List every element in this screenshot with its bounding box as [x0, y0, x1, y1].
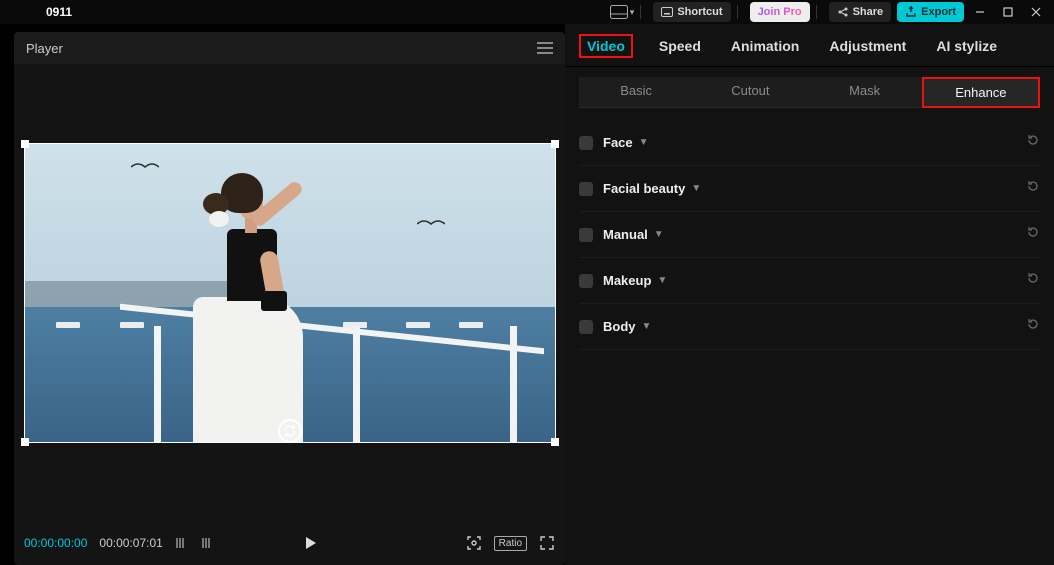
section-makeup-label: Makeup [603, 273, 651, 288]
sync-icon[interactable] [278, 419, 302, 443]
crop-handle-bottom-left[interactable] [21, 438, 29, 446]
section-facial-beauty[interactable]: Facial beauty ▼ [579, 166, 1040, 212]
player-menu-icon[interactable] [537, 42, 553, 54]
focus-icon[interactable] [466, 535, 482, 551]
checkbox-makeup[interactable] [579, 274, 593, 288]
tab-aistylize[interactable]: AI stylize [932, 34, 1001, 58]
section-body-label: Body [603, 319, 636, 334]
shortcut-label: Shortcut [677, 6, 722, 18]
keyboard-icon [661, 7, 673, 17]
reset-makeup-icon[interactable] [1026, 271, 1040, 290]
shortcut-button[interactable]: Shortcut [653, 2, 730, 22]
share-icon [837, 6, 849, 18]
chevron-down-icon: ▼ [639, 137, 649, 148]
tab-speed[interactable]: Speed [655, 34, 705, 58]
video-canvas[interactable] [25, 144, 555, 442]
chevron-down-icon: ▼ [654, 229, 664, 240]
enhance-sections: Face ▼ Facial beauty ▼ Manual ▼ [565, 114, 1054, 356]
play-button[interactable] [302, 535, 318, 551]
player-header: Player [14, 32, 565, 64]
subtab-basic[interactable]: Basic [579, 77, 693, 108]
player-controls: 00:00:00:00 00:00:07:01 Ratio [14, 521, 565, 565]
section-body[interactable]: Body ▼ [579, 304, 1040, 350]
checkbox-manual[interactable] [579, 228, 593, 242]
window-close-button[interactable] [1024, 2, 1048, 22]
video-frame-image [25, 144, 555, 442]
player-header-label: Player [26, 41, 63, 56]
inspector-panel: Video Speed Animation Adjustment AI styl… [565, 24, 1054, 565]
export-button[interactable]: Export [897, 2, 964, 22]
crop-handle-top-right[interactable] [551, 140, 559, 148]
section-manual[interactable]: Manual ▼ [579, 212, 1040, 258]
layout-icon[interactable]: ▾ [610, 5, 635, 19]
subtab-mask[interactable]: Mask [808, 77, 922, 108]
section-face[interactable]: Face ▼ [579, 120, 1040, 166]
chevron-down-icon: ▼ [642, 321, 652, 332]
section-makeup[interactable]: Makeup ▼ [579, 258, 1040, 304]
join-pro-button[interactable]: Join Pro [750, 2, 810, 22]
chevron-down-icon: ▼ [691, 183, 701, 194]
section-face-label: Face [603, 135, 633, 150]
prev-frame-button[interactable] [175, 536, 189, 550]
crop-handle-top-left[interactable] [21, 140, 29, 148]
share-label: Share [853, 6, 884, 18]
titlebar: 0911 ▾ Shortcut Join Pro Share Export [0, 0, 1054, 24]
checkbox-facial-beauty[interactable] [579, 182, 593, 196]
reset-face-icon[interactable] [1026, 133, 1040, 152]
subtab-cutout[interactable]: Cutout [693, 77, 807, 108]
checkbox-face[interactable] [579, 136, 593, 150]
export-label: Export [921, 6, 956, 18]
export-icon [905, 6, 917, 18]
join-pro-label: Join Pro [758, 6, 802, 18]
timecode-duration: 00:00:07:01 [99, 536, 162, 550]
preview-area [14, 64, 565, 521]
next-frame-button[interactable] [201, 536, 215, 550]
window-maximize-button[interactable] [996, 2, 1020, 22]
chevron-down-icon: ▼ [657, 275, 667, 286]
section-facial-beauty-label: Facial beauty [603, 181, 685, 196]
fullscreen-button[interactable] [539, 535, 555, 551]
inspector-tabs: Video Speed Animation Adjustment AI styl… [565, 24, 1054, 67]
window-minimize-button[interactable] [968, 2, 992, 22]
reset-body-icon[interactable] [1026, 317, 1040, 336]
project-title: 0911 [46, 5, 72, 19]
app-frame: 0911 ▾ Shortcut Join Pro Share Export [0, 0, 1054, 565]
ratio-button[interactable]: Ratio [494, 536, 527, 551]
share-button[interactable]: Share [829, 2, 892, 22]
tab-animation[interactable]: Animation [727, 34, 803, 58]
timecode-current: 00:00:00:00 [24, 536, 87, 550]
crop-handle-bottom-right[interactable] [551, 438, 559, 446]
main-split: Player [0, 24, 1054, 565]
checkbox-body[interactable] [579, 320, 593, 334]
tab-adjustment[interactable]: Adjustment [825, 34, 910, 58]
subtab-enhance[interactable]: Enhance [922, 77, 1040, 108]
section-manual-label: Manual [603, 227, 648, 242]
tab-video[interactable]: Video [579, 34, 633, 58]
inspector-subtabs: Basic Cutout Mask Enhance [565, 67, 1054, 114]
reset-manual-icon[interactable] [1026, 225, 1040, 244]
player-body: 00:00:00:00 00:00:07:01 Ratio [14, 64, 565, 565]
reset-facial-beauty-icon[interactable] [1026, 179, 1040, 198]
player-panel: Player [0, 24, 565, 565]
